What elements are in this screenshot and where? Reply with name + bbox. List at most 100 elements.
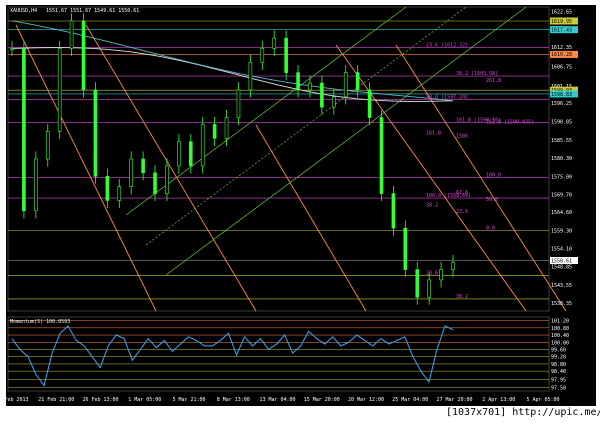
candle-body	[248, 61, 253, 91]
momentum-axis-tick-label: 100.00	[551, 340, 569, 346]
time-axis-tick-label: 8 Mar 13:00	[217, 397, 250, 403]
candle-body	[391, 193, 396, 229]
time-axis-tick-label: 20 Mar 12:00	[348, 397, 384, 403]
candle-body	[272, 37, 277, 49]
fib-level-label: 100.0	[486, 173, 501, 179]
trend-channel-line	[255, 124, 367, 312]
price-axis-tick-label: 1548.85	[551, 265, 572, 271]
fib-level-label: 23.6	[456, 209, 468, 215]
time-axis-tick-label: 15 Mar 20:00	[304, 397, 340, 403]
watermark-text: [1037x701] http://upic.me/	[446, 407, 600, 418]
momentum-axis-tick-label: 98.80	[551, 362, 566, 368]
candle-body	[308, 82, 312, 91]
candle-body	[34, 158, 38, 212]
time-axis-tick-label: 13 Mar 04:00	[259, 397, 295, 403]
fib-level-label: 38.2	[456, 294, 468, 300]
price-chart-svg[interactable]: 1622.651617.901612.351606.751601.151596.…	[6, 5, 596, 406]
candle-body	[117, 186, 122, 201]
candle-body	[439, 269, 443, 281]
price-label-text: 1550.61	[551, 258, 572, 264]
chart-ohlc-label: 1551.67 1551.67 1549.61 1550.61	[46, 8, 139, 14]
momentum-axis-tick-label: 97.50	[551, 385, 566, 391]
price-axis-tick-label: 1622.65	[551, 10, 572, 16]
momentum-axis-tick-label: 98.40	[551, 369, 566, 375]
fib-level-label: 23.6 (1612.32)	[426, 42, 468, 48]
candle-body	[45, 131, 50, 160]
candle-body	[177, 141, 181, 167]
price-axis-tick-label: 1569.70	[551, 193, 572, 199]
price-label-text: 1619.95	[551, 19, 572, 25]
momentum-axis-tick-label: 99.60	[551, 347, 566, 353]
candle-body	[284, 37, 288, 73]
candle-body	[200, 124, 205, 167]
candle-body	[57, 48, 62, 132]
time-axis-tick-label: 21 Feb 21:00	[38, 397, 74, 403]
candle-body	[93, 89, 98, 177]
price-axis-tick-label: 1580.30	[551, 156, 572, 162]
fib-level-label: 23.6	[426, 270, 438, 276]
price-axis-tick-label: 1538.35	[551, 301, 572, 307]
candle-body	[129, 158, 133, 187]
candle-body	[188, 141, 193, 167]
momentum-axis-tick-label: 97.95	[551, 377, 566, 383]
price-axis-tick-label: 1559.30	[551, 229, 572, 235]
candle-body	[153, 172, 157, 194]
price-axis-tick-label: 1596.25	[551, 101, 572, 107]
candle-body	[10, 48, 14, 50]
candle-body	[165, 165, 169, 194]
candle-body	[105, 175, 110, 201]
chart-window: 1622.651617.901612.351606.751601.151596.…	[0, 0, 600, 424]
fib-level-label: 61.8	[456, 190, 468, 196]
candle-body	[81, 20, 86, 91]
chart-symbol-label: XAUUSD,H4	[10, 8, 37, 14]
fib-level-label: 50.0 (1597.24)	[426, 95, 468, 101]
momentum-axis-tick-label: 100.80	[551, 326, 569, 332]
momentum-axis-tick-label: 100.40	[551, 333, 569, 339]
candle-body	[379, 117, 384, 194]
time-axis-tick-label: 1 Mar 05:00	[128, 397, 161, 403]
fib-level-label: 38.2 (1603.98)	[456, 71, 498, 77]
candle-body	[332, 96, 336, 108]
price-panel-border	[7, 6, 550, 312]
price-axis-tick-label: 1554.10	[551, 246, 572, 252]
fib-level-label: 50.0	[486, 197, 498, 203]
time-axis-tick-label: 25 Mar 04:00	[392, 397, 428, 403]
price-axis-tick-label: 1543.55	[551, 283, 572, 289]
fib-level-label: 261.8	[486, 78, 501, 84]
momentum-panel-border	[7, 316, 550, 392]
price-axis-tick-label: 1575.00	[551, 174, 572, 180]
fib-level-label: 161.8 (1590.025)	[486, 119, 534, 125]
candle-body	[355, 72, 360, 91]
trend-channel-line	[85, 24, 257, 312]
candle-body	[260, 48, 265, 63]
candle-body	[451, 262, 455, 270]
fib-level-label: 161.8	[426, 131, 441, 137]
time-axis-tick-label: 26 Feb 13:00	[82, 397, 118, 403]
candle-body	[320, 82, 324, 108]
fib-level-label: 38.2	[426, 203, 438, 209]
moving-average-white	[11, 47, 454, 102]
price-axis-tick-label: 1585.55	[551, 138, 572, 144]
price-axis-tick-label: 1590.85	[551, 120, 572, 126]
moving-average-cyan	[11, 20, 454, 102]
candle-body	[367, 89, 372, 118]
candle-body	[236, 89, 241, 118]
candle-body	[224, 117, 229, 139]
candle-body	[22, 48, 26, 212]
momentum-axis-tick-label: 99.20	[551, 355, 566, 361]
chart-area[interactable]: 1622.651617.901612.351606.751601.151596.…	[6, 5, 596, 406]
candle-body	[415, 269, 420, 298]
candle-body	[427, 279, 431, 298]
momentum-axis-tick-label: 101.20	[551, 319, 569, 325]
price-axis-tick-label: 1612.35	[551, 45, 572, 51]
candle-body	[69, 20, 74, 49]
time-axis-tick-label: 2 Apr 13:00	[482, 397, 515, 403]
price-label-text: 1610.28	[551, 52, 572, 58]
time-axis-tick-label: 5 Mar 21:00	[172, 397, 205, 403]
momentum-indicator-label: Momentum(5) 100.0593	[10, 319, 70, 325]
time-axis-tick-label: 27 Mar 20:00	[436, 397, 472, 403]
candle-body	[212, 124, 217, 139]
fib-level-label: 0.0	[486, 226, 495, 232]
candle-body	[296, 72, 300, 91]
time-axis-tick-label: 19 Feb 2013	[6, 397, 29, 403]
